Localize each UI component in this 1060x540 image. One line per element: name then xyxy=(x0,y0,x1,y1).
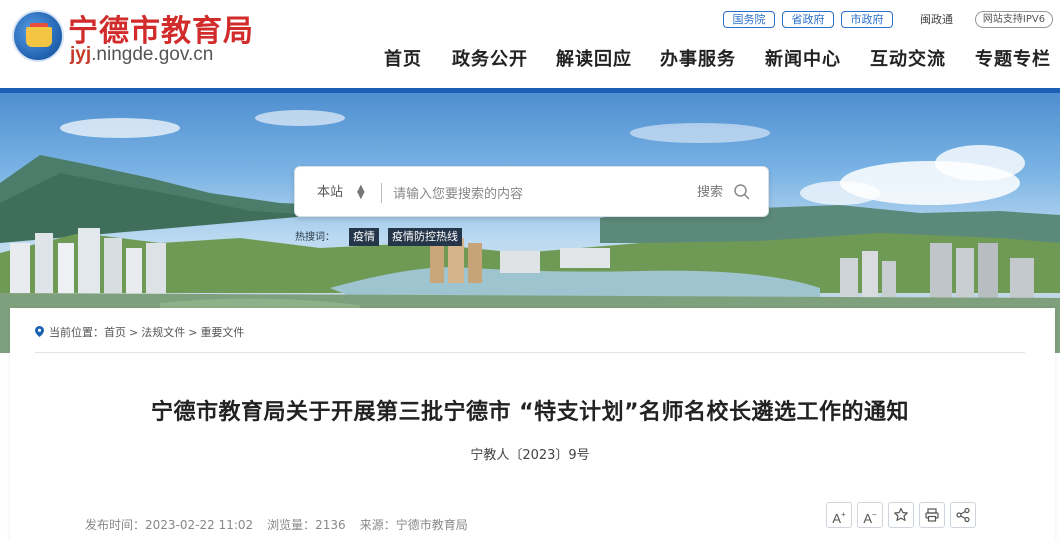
nav-government-affairs[interactable]: 政务公开 xyxy=(452,45,528,71)
link-provincial-gov[interactable]: 省政府 xyxy=(782,11,834,28)
article-source: 来源：宁德市教育局 xyxy=(359,518,468,532)
print-button[interactable] xyxy=(919,502,945,528)
breadcrumb-home[interactable]: 首页 xyxy=(104,326,126,339)
search-scope-select[interactable]: 本站 xyxy=(317,167,343,218)
publish-time: 发布时间：2023-02-22 11:02 xyxy=(85,518,254,532)
article-meta: 发布时间：2023-02-22 11:02 浏览量：2136 来源：宁德市教育局 xyxy=(85,516,482,533)
share-button[interactable] xyxy=(950,502,976,528)
breadcrumb-separator: > xyxy=(188,326,198,339)
link-minzhengtong[interactable]: 闽政通 xyxy=(920,11,953,28)
ipv6-badge: 网站支持IPV6 xyxy=(975,11,1053,28)
document-number: 宁教人〔2023〕9号 xyxy=(470,448,590,463)
nav-topics[interactable]: 专题专栏 xyxy=(975,45,1051,71)
hot-word-epidemic[interactable]: 疫情 xyxy=(349,228,379,246)
font-increase-button[interactable]: A+ xyxy=(826,502,852,528)
search-input[interactable] xyxy=(393,180,678,206)
search-divider xyxy=(381,183,382,203)
site-domain: jyj.ningde.gov.cn xyxy=(70,44,214,65)
hot-word-hotline[interactable]: 疫情防控热线 xyxy=(388,228,462,246)
nav-interaction[interactable]: 互动交流 xyxy=(870,45,946,71)
breadcrumb-important-docs[interactable]: 重要文件 xyxy=(200,326,244,339)
site-header: 宁德市教育局 jyj.ningde.gov.cn 国务院 省政府 市政府 闽政通… xyxy=(0,0,1060,88)
link-city-gov[interactable]: 市政府 xyxy=(841,11,893,28)
breadcrumb-prefix: 当前位置： xyxy=(49,326,104,339)
share-icon xyxy=(956,507,970,523)
nav-interpretation[interactable]: 解读回应 xyxy=(556,45,632,71)
search-box: 本站 ▲▼ 搜索 xyxy=(294,166,769,217)
star-icon xyxy=(894,507,908,521)
link-state-council[interactable]: 国务院 xyxy=(723,11,775,28)
search-button[interactable]: 搜索 xyxy=(697,181,723,205)
hot-search-label: 热搜词： xyxy=(295,232,335,243)
breadcrumb: 当前位置：首页 > 法规文件 > 重要文件 xyxy=(35,326,244,340)
nav-services[interactable]: 办事服务 xyxy=(660,45,736,71)
printer-icon xyxy=(925,508,939,522)
scope-arrows-icon[interactable]: ▲ ▼ xyxy=(357,184,365,201)
article-title: 宁德市教育局关于开展第三批宁德市 “特支计划”名师名校长遴选工作的通知 xyxy=(150,400,910,425)
logo-emblem-icon[interactable] xyxy=(12,10,64,62)
search-icon[interactable] xyxy=(733,183,751,201)
nav-home[interactable]: 首页 xyxy=(384,45,422,71)
breadcrumb-separator: > xyxy=(129,326,139,339)
location-pin-icon xyxy=(35,326,44,337)
breadcrumb-regulations[interactable]: 法规文件 xyxy=(141,326,185,339)
nav-news[interactable]: 新闻中心 xyxy=(765,45,841,71)
view-count: 浏览量：2136 xyxy=(267,518,346,532)
breadcrumb-divider xyxy=(35,352,1025,353)
font-decrease-button[interactable]: A− xyxy=(857,502,883,528)
favorite-button[interactable] xyxy=(888,502,914,528)
